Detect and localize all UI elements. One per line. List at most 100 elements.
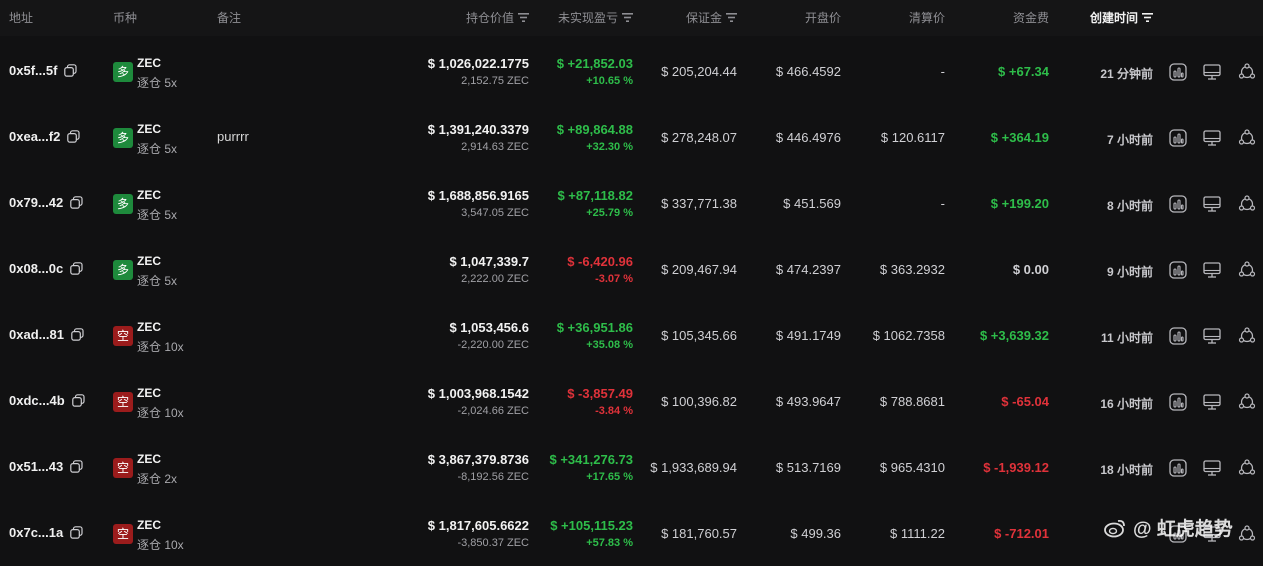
copy-icon[interactable] (70, 262, 83, 275)
monitor-icon[interactable] (1203, 459, 1221, 477)
liquidation-price: $ 1111.22 (890, 526, 945, 541)
address-cell[interactable]: 0x51...43 (9, 459, 83, 474)
monitor-icon[interactable] (1203, 195, 1221, 213)
copy-icon[interactable] (70, 196, 83, 209)
liquidation-price: $ 788.8681 (879, 394, 945, 409)
chart-icon[interactable] (1169, 261, 1187, 279)
copy-icon[interactable] (67, 130, 80, 143)
address-cell[interactable]: 0x08...0c (9, 261, 83, 276)
address-cell[interactable]: 0xdc...4b (9, 393, 85, 408)
position-size: -3,850.37 ZEC (457, 537, 529, 549)
created-time: 8 小时前 (1106, 199, 1153, 213)
monitor-icon[interactable] (1203, 393, 1221, 411)
margin-value: $ 205,204.44 (661, 64, 737, 79)
address-text[interactable]: 0xad...81 (9, 327, 64, 342)
copy-icon[interactable] (71, 328, 84, 341)
header-open-price: 开盘价 (804, 11, 841, 25)
chart-icon[interactable] (1169, 195, 1187, 213)
address-cell[interactable]: 0x7c...1a (9, 525, 83, 540)
liquidation-price: $ 120.6117 (880, 130, 945, 145)
created-time: 7 小时前 (1106, 133, 1153, 147)
share-icon[interactable] (1238, 525, 1256, 543)
side-badge: 多 (113, 260, 133, 280)
unrealized-pnl-percent: +17.65 % (586, 471, 633, 483)
copy-icon[interactable] (70, 460, 83, 473)
copy-icon[interactable] (71, 394, 85, 407)
monitor-icon[interactable] (1203, 63, 1221, 81)
chart-icon[interactable] (1169, 327, 1187, 345)
margin-value: $ 1,933,689.94 (650, 460, 737, 475)
share-icon[interactable] (1238, 195, 1256, 213)
position-value: $ 1,817,605.6622 (427, 518, 529, 533)
liquidation-price: - (940, 196, 945, 211)
open-price: $ 499.36 (790, 526, 841, 541)
share-icon[interactable] (1238, 393, 1256, 411)
header-margin-sort[interactable]: 保证金 (686, 9, 737, 26)
chart-icon[interactable] (1169, 393, 1187, 411)
address-text[interactable]: 0xdc...4b (9, 393, 65, 408)
position-value: $ 1,688,856.9165 (427, 188, 529, 203)
address-text[interactable]: 0x51...43 (9, 459, 63, 474)
header-pnl-sort[interactable]: 未实现盈亏 (558, 9, 633, 26)
copy-icon[interactable] (70, 526, 83, 539)
unrealized-pnl-percent: -3.07 % (595, 273, 633, 285)
share-icon[interactable] (1238, 327, 1256, 345)
table-row[interactable]: 0x7c...1a 空 ZEC 逐仓 10x $ 1,817,605.6622 -3,85… (0, 500, 1263, 566)
coin-symbol: ZEC (137, 386, 161, 400)
share-icon[interactable] (1238, 261, 1256, 279)
margin-value: $ 278,248.07 (661, 130, 737, 145)
created-time: 11 小时前 (1100, 331, 1153, 345)
margin-mode: 逐仓 5x (137, 76, 178, 90)
address-cell[interactable]: 0x79...42 (9, 195, 83, 210)
monitor-icon[interactable] (1203, 261, 1221, 279)
position-value: $ 3,867,379.8736 (427, 452, 529, 467)
table-row[interactable]: 0xad...81 空 ZEC 逐仓 10x $ 1,053,456.6 -2,220.0… (0, 302, 1263, 368)
header-note: 备注 (217, 11, 242, 25)
unrealized-pnl-percent: +10.65 % (586, 75, 633, 87)
table-row[interactable]: 0x5f...5f 多 ZEC 逐仓 5x $ 1,026,022.1775 2,152.… (0, 38, 1263, 104)
coin-symbol: ZEC (137, 320, 161, 334)
unrealized-pnl: $ +36,951.86 (556, 320, 633, 335)
funding-fee: $ +199.20 (990, 196, 1049, 211)
header-value-sort[interactable]: 持仓价值 (466, 9, 529, 26)
unrealized-pnl-percent: +35.08 % (586, 339, 633, 351)
share-icon[interactable] (1238, 459, 1256, 477)
position-size: 2,222.00 ZEC (461, 273, 529, 285)
table-row[interactable]: 0x79...42 多 ZEC 逐仓 5x $ 1,688,856.9165 3,547.… (0, 170, 1263, 236)
header-created-sort[interactable]: 创建时间 (1090, 9, 1153, 26)
copy-icon[interactable] (64, 64, 78, 77)
coin-symbol: ZEC (137, 452, 161, 466)
unrealized-pnl: $ +87,118.82 (557, 188, 633, 203)
unrealized-pnl: $ +341,276.73 (549, 452, 634, 467)
monitor-icon[interactable] (1203, 129, 1221, 147)
chart-icon[interactable] (1169, 63, 1187, 81)
address-text[interactable]: 0xea...f2 (9, 129, 60, 144)
created-time: 21 分钟前 (1100, 67, 1153, 81)
header-funding: 资金费 (1012, 11, 1049, 25)
table-row[interactable]: 0x08...0c 多 ZEC 逐仓 5x $ 1,047,339.7 2,222.00 … (0, 236, 1263, 302)
table-row[interactable]: 0xea...f2 多 ZEC 逐仓 5x purrrr $ 1,391,240.3379… (0, 104, 1263, 170)
address-text[interactable]: 0x7c...1a (9, 525, 63, 540)
share-icon[interactable] (1238, 129, 1256, 147)
address-text[interactable]: 0x08...0c (9, 261, 63, 276)
share-icon[interactable] (1238, 63, 1256, 81)
table-row[interactable]: 0x51...43 空 ZEC 逐仓 2x $ 3,867,379.8736 -8,192… (0, 434, 1263, 500)
liquidation-price: $ 965.4310 (879, 460, 945, 475)
chart-icon[interactable] (1169, 459, 1187, 477)
funding-fee: $ +67.34 (998, 64, 1049, 79)
side-badge: 空 (113, 524, 133, 544)
address-cell[interactable]: 0xea...f2 (9, 129, 80, 144)
monitor-icon[interactable] (1203, 327, 1221, 345)
address-cell[interactable]: 0x5f...5f (9, 63, 78, 78)
open-price: $ 451.569 (783, 196, 841, 211)
address-text[interactable]: 0x79...42 (9, 195, 63, 210)
position-size: -2,220.00 ZEC (457, 339, 529, 351)
watermark: @ 虹虎趋势 (1103, 514, 1233, 541)
table-row[interactable]: 0xdc...4b 空 ZEC 逐仓 10x $ 1,003,968.1542 -2,02… (0, 368, 1263, 434)
address-cell[interactable]: 0xad...81 (9, 327, 84, 342)
side-badge: 空 (113, 458, 133, 478)
header-coin: 币种 (113, 11, 138, 25)
address-text[interactable]: 0x5f...5f (9, 63, 57, 78)
liquidation-price: $ 1062.7358 (872, 328, 945, 343)
chart-icon[interactable] (1169, 129, 1187, 147)
